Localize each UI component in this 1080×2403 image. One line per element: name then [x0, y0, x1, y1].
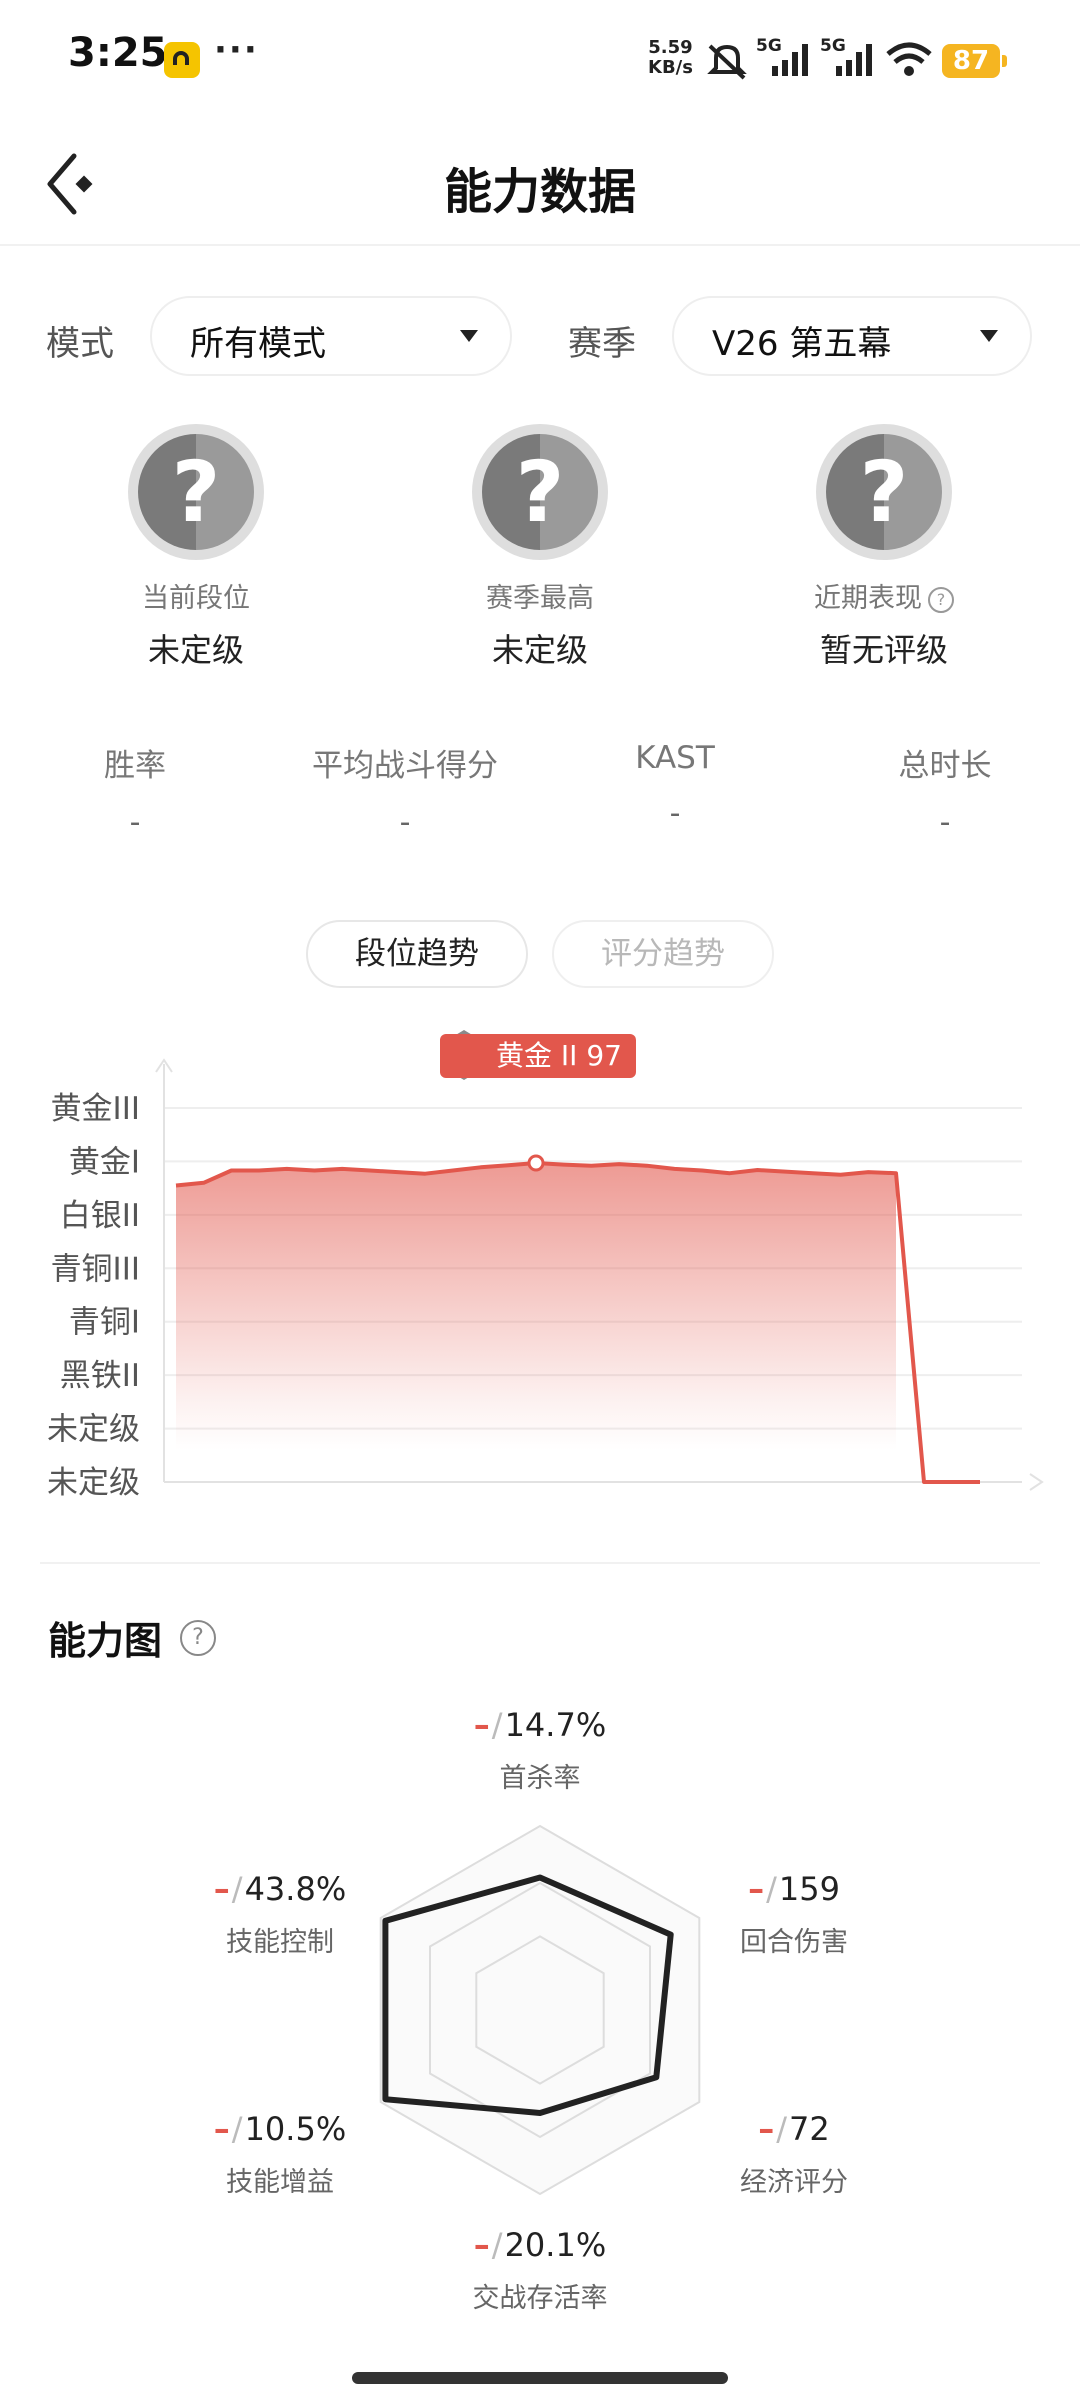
mode-select-value: 所有模式	[190, 324, 326, 364]
metric-mine: –	[213, 2110, 230, 2148]
recent-performance: ? 近期表现? 暂无评级	[734, 424, 1034, 671]
metric-name: 首杀率	[499, 1763, 581, 1794]
unranked-badge-icon: ?	[472, 424, 608, 560]
stat-win-rate: 胜率 -	[0, 740, 270, 840]
season-label: 赛季	[568, 324, 636, 364]
stat-label: 平均战斗得分	[312, 748, 498, 784]
metric-name: 回合伤害	[740, 1927, 848, 1958]
metric-avg: 10.5%	[244, 2110, 347, 2148]
metric-skill-buff: –/10.5% 技能增益	[150, 2110, 410, 2199]
metric-avg: 72	[789, 2110, 830, 2148]
stat-value: -	[669, 796, 681, 831]
metric-economy-score: –/72 经济评分	[664, 2110, 924, 2199]
header-divider	[0, 244, 1080, 246]
mode-select[interactable]: 所有模式	[150, 296, 512, 376]
help-icon[interactable]: ?	[180, 1620, 216, 1656]
metric-avg: 14.7%	[504, 1706, 607, 1744]
y-tick-label: 黄金III	[51, 1091, 140, 1127]
trend-area	[176, 1163, 896, 1482]
season-best-value: 未定级	[491, 631, 588, 669]
tab-rank-trend[interactable]: 段位趋势	[306, 920, 528, 988]
more-notifications-icon: ···	[214, 30, 259, 70]
network-speed-value: 5.59	[648, 37, 693, 58]
help-icon[interactable]: ?	[928, 587, 954, 613]
chevron-down-icon	[460, 330, 478, 342]
metric-mine: –	[748, 1870, 765, 1908]
app-notification-icon	[164, 42, 200, 78]
stat-value: -	[399, 805, 411, 840]
metric-mine: –	[213, 1870, 230, 1908]
metric-name: 经济评分	[740, 2167, 848, 2198]
season-select[interactable]: V26 第五幕	[672, 296, 1032, 376]
y-tick-label: 未定级	[47, 1465, 140, 1501]
current-rank-label: 当前段位	[142, 583, 250, 614]
signal-icon	[772, 44, 808, 76]
stat-total-time: 总时长 -	[810, 740, 1080, 840]
section-divider	[40, 1562, 1040, 1564]
season-best-rank: ? 赛季最高 未定级	[390, 424, 690, 671]
chevron-down-icon	[980, 330, 998, 342]
y-tick-label: 黄金I	[69, 1144, 140, 1180]
x-axis-arrow	[1029, 1473, 1044, 1491]
unranked-badge-icon: ?	[128, 424, 264, 560]
recent-performance-label: 近期表现	[814, 583, 922, 614]
unranked-badge-icon: ?	[816, 424, 952, 560]
metric-avg: 20.1%	[504, 2226, 607, 2264]
stat-label: 总时长	[898, 748, 992, 784]
highlight-point	[527, 1154, 545, 1172]
y-tick-label: 白银II	[60, 1198, 140, 1234]
metric-first-kill-rate: –/14.7% 首杀率	[410, 1706, 670, 1795]
metric-avg: 159	[778, 1870, 840, 1908]
current-rank: ? 当前段位 未定级	[46, 424, 346, 671]
stat-value: -	[939, 805, 951, 840]
network-speed-unit: KB/s	[648, 57, 693, 78]
metric-name: 技能控制	[226, 1927, 334, 1958]
battery-indicator: 87	[942, 44, 1007, 78]
mute-icon	[707, 44, 747, 80]
season-best-label: 赛季最高	[486, 583, 594, 614]
stat-label: 胜率	[104, 748, 166, 784]
wifi-icon	[886, 42, 932, 76]
metric-skill-control: –/43.8% 技能控制	[150, 1870, 410, 1959]
stat-kast: KAST -	[540, 740, 810, 831]
y-tick-label: 青铜I	[69, 1305, 140, 1341]
recent-performance-value: 暂无评级	[819, 631, 948, 669]
y-tick-label: 黑铁II	[60, 1358, 140, 1394]
y-tick-label: 未定级	[47, 1412, 140, 1448]
mode-label: 模式	[46, 324, 114, 364]
metric-name: 交战存活率	[472, 2283, 608, 2314]
highlight-rank-label: 黄金 II 97	[440, 1034, 636, 1078]
rank-trend-chart: 黄金III黄金I白银II青铜III青铜I黑铁II未定级未定级	[47, 1058, 1044, 1501]
ability-chart-title: 能力图	[48, 1619, 163, 1663]
radar-ring	[379, 1824, 701, 2196]
current-rank-value: 未定级	[147, 631, 244, 669]
page-title: 能力数据	[443, 164, 636, 220]
metric-avg: 43.8%	[244, 1870, 347, 1908]
stat-avg-combat-score: 平均战斗得分 -	[270, 740, 540, 840]
y-tick-label: 青铜III	[51, 1251, 140, 1287]
metric-name: 技能增益	[226, 2167, 334, 2198]
stat-label: KAST	[635, 740, 715, 776]
tab-score-trend[interactable]: 评分趋势	[552, 920, 774, 988]
metric-mine: –	[473, 1706, 490, 1744]
metric-mine: –	[758, 2110, 775, 2148]
status-time: 3:25	[68, 30, 168, 76]
metric-round-damage: –/159 回合伤害	[664, 1870, 924, 1959]
stat-value: -	[129, 805, 141, 840]
metric-mine: –	[473, 2226, 490, 2264]
network-speed: 5.59 KB/s	[648, 38, 693, 78]
season-select-value: V26 第五幕	[712, 324, 892, 364]
signal-icon-2	[836, 44, 872, 76]
home-indicator[interactable]	[352, 2372, 728, 2384]
metric-survival-rate: –/20.1% 交战存活率	[410, 2226, 670, 2315]
